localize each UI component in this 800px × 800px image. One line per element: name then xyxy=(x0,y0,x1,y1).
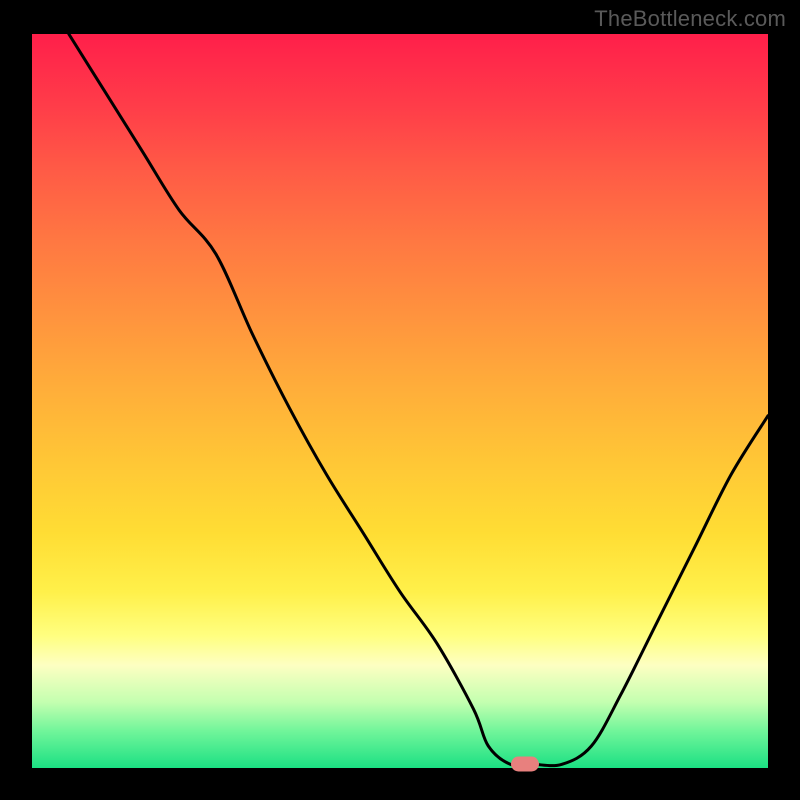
watermark-text: TheBottleneck.com xyxy=(594,6,786,32)
chart-plot-area xyxy=(32,34,768,768)
selected-point-marker xyxy=(511,757,539,772)
bottleneck-curve xyxy=(32,34,768,768)
